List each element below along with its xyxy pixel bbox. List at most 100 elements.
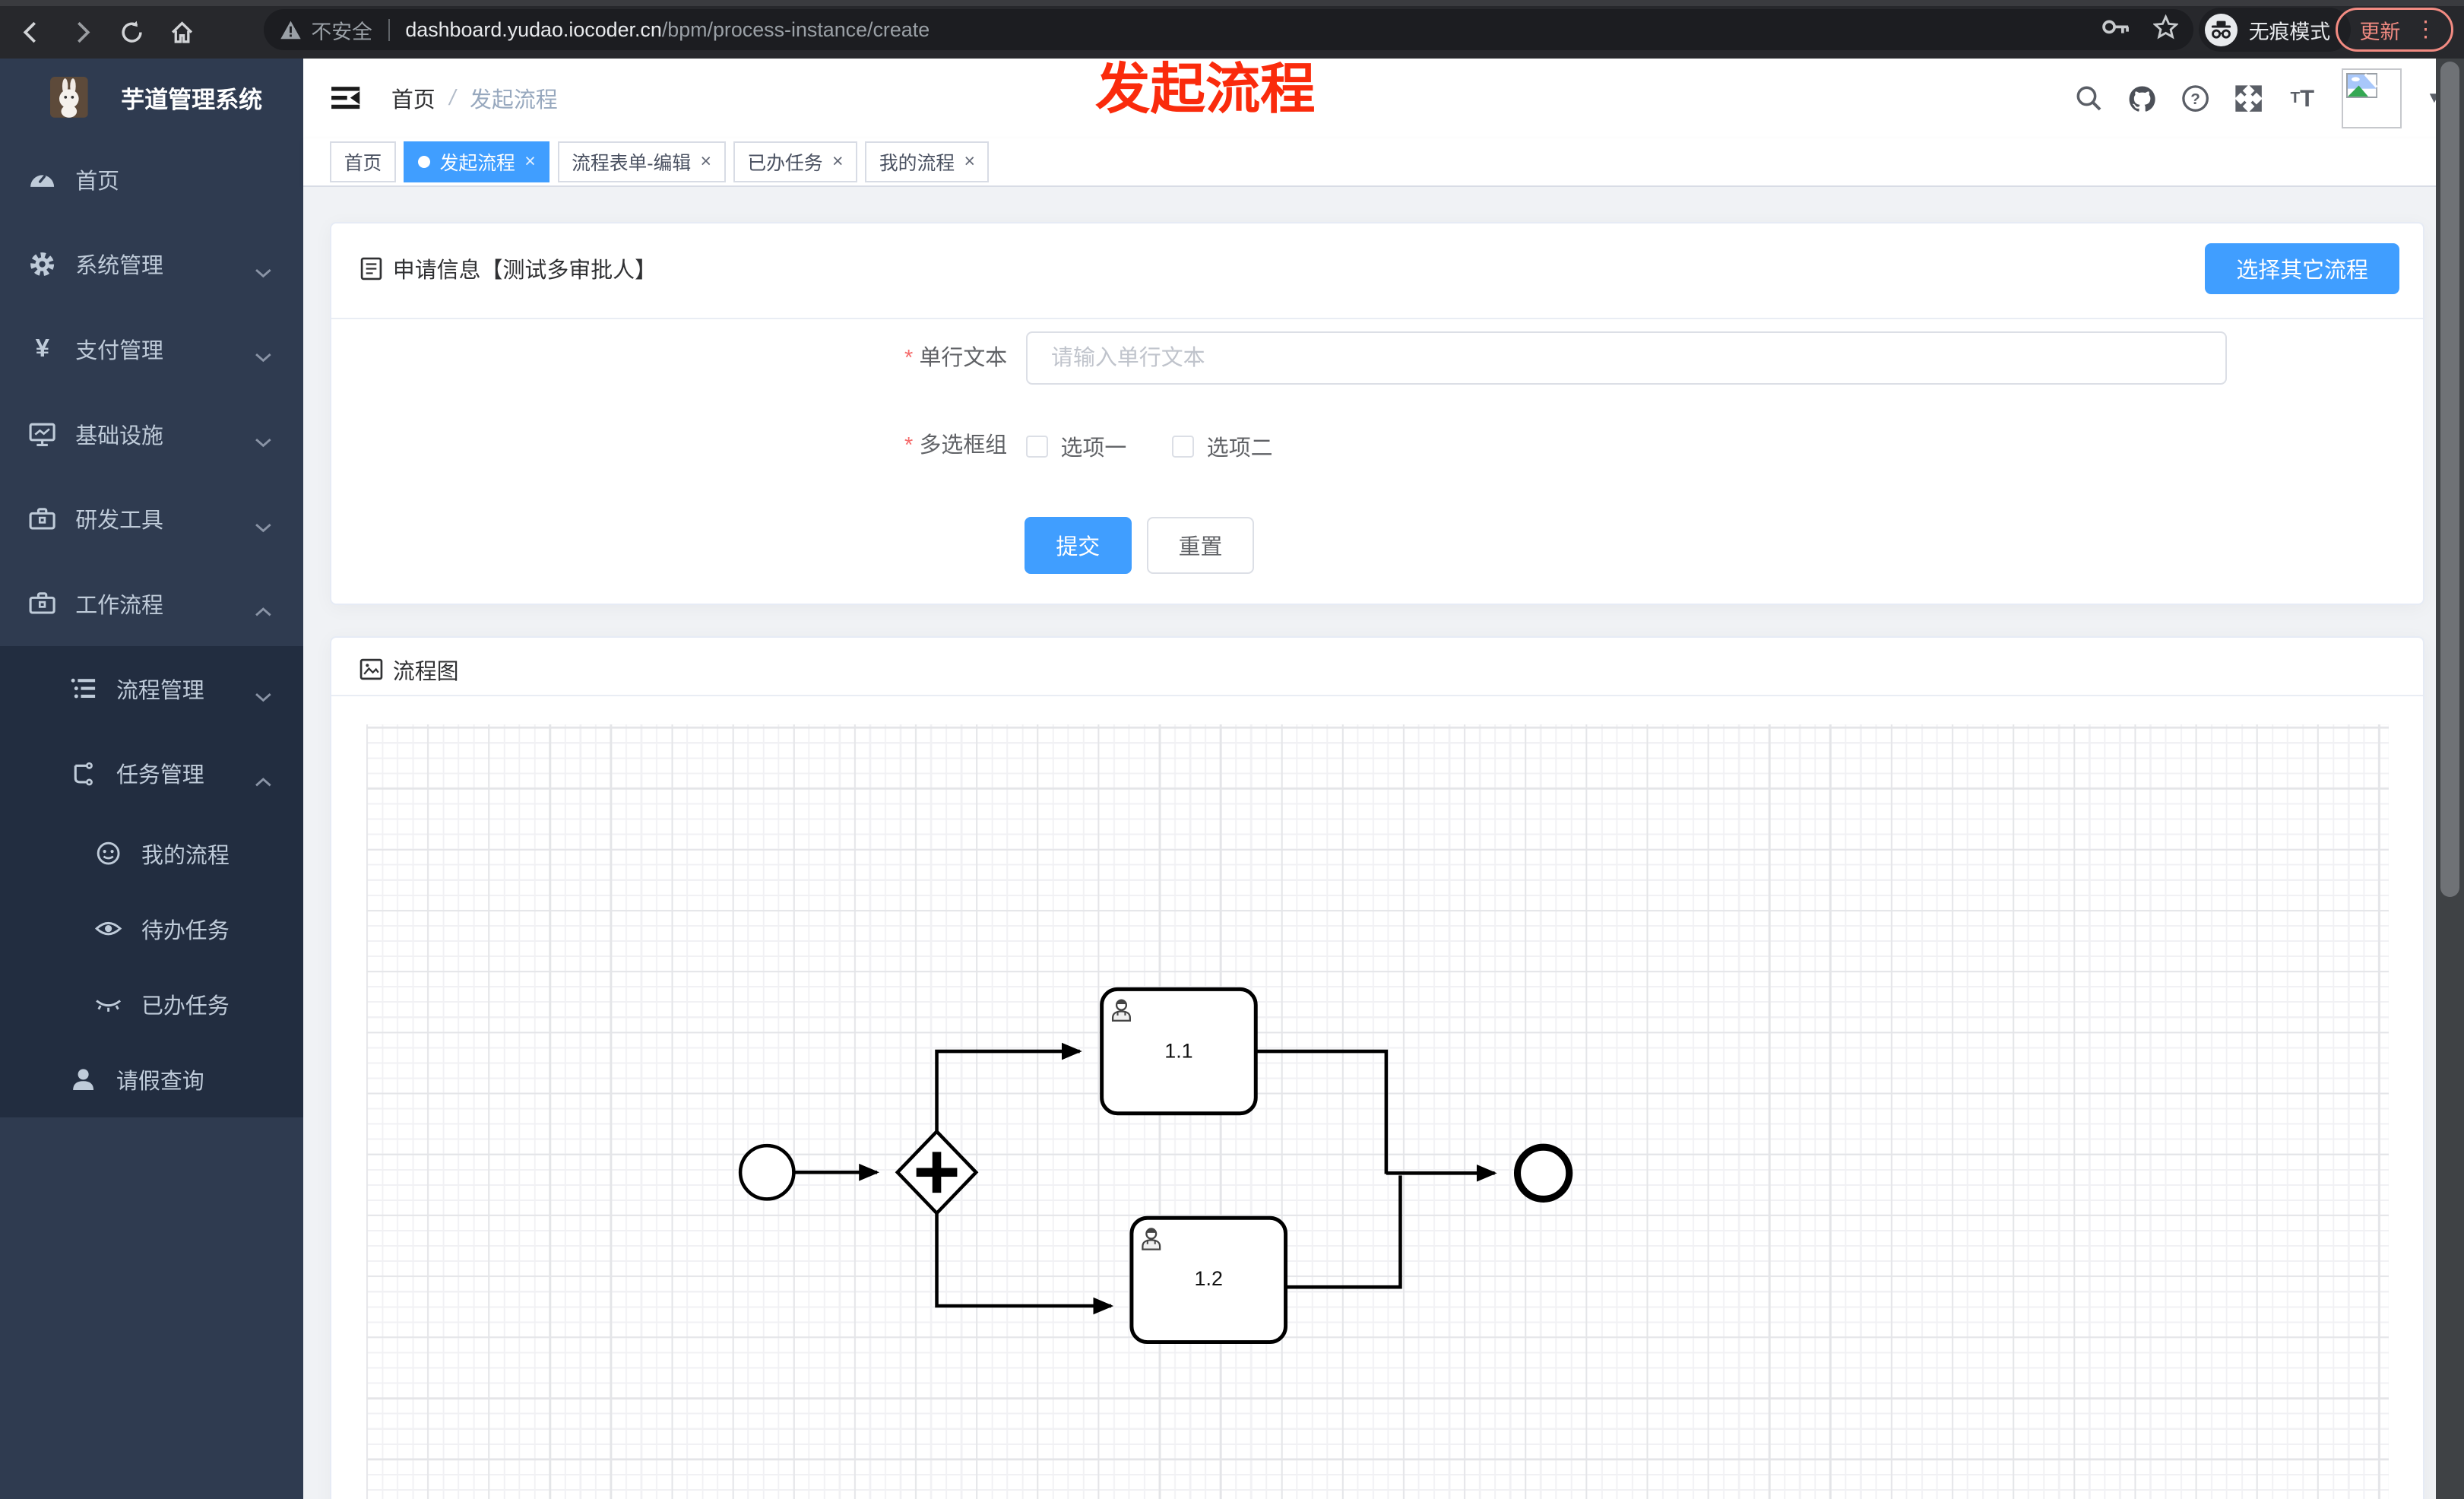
- app-title: 芋道管理系统: [121, 86, 263, 113]
- sidebar-collapse-button[interactable]: [330, 82, 361, 113]
- warning-icon: [280, 21, 301, 40]
- chevron-down-icon: [255, 429, 272, 454]
- sidebar-item-label: 已办任务: [141, 994, 230, 1019]
- sidebar-item-task-mgmt[interactable]: 任务管理: [0, 730, 303, 816]
- font-size-icon[interactable]: TT: [2288, 84, 2317, 113]
- flow-gateway-to-task2[interactable]: [934, 1213, 1113, 1315]
- tab-label: 已办任务: [747, 153, 823, 174]
- tab-done-tasks[interactable]: 已办任务 ×: [733, 141, 858, 182]
- flow-task2-out[interactable]: [1285, 1175, 1402, 1289]
- required-mark: *: [904, 346, 914, 371]
- tab-label: 发起流程: [439, 153, 515, 174]
- sidebar-item-label: 基础设施: [75, 423, 163, 448]
- checkbox-option-1[interactable]: 选项一: [1026, 430, 1126, 462]
- bpmn-canvas[interactable]: 1.1 1.2: [366, 724, 2389, 1499]
- sidebar-item-leave-query[interactable]: 请假查询: [0, 1042, 303, 1117]
- sidebar-item-label: 流程管理: [116, 678, 204, 703]
- bpmn-task-label: 1.2: [1194, 1267, 1222, 1290]
- dashboard-icon: [28, 165, 56, 193]
- browser-home-button[interactable]: [163, 14, 201, 52]
- incognito-label: 无痕模式: [2248, 20, 2331, 43]
- fullscreen-icon[interactable]: [2234, 84, 2263, 113]
- sidebar-item-system[interactable]: 系统管理: [0, 222, 303, 307]
- checkbox-input[interactable]: [1172, 435, 1195, 458]
- incognito-icon: [2204, 13, 2238, 46]
- url-path: /bpm/process-instance/create: [661, 17, 930, 41]
- update-label: 更新: [2359, 20, 2401, 43]
- sidebar-item-label: 系统管理: [75, 254, 163, 279]
- browser-back-button[interactable]: [13, 14, 51, 52]
- tab-create-process[interactable]: 发起流程 ×: [404, 141, 550, 182]
- sidebar-item-done-tasks[interactable]: 已办任务: [0, 966, 303, 1041]
- sidebar-item-home[interactable]: 首页: [0, 137, 303, 222]
- kebab-menu-icon: ⋮: [2414, 17, 2437, 42]
- checkbox-label: 选项一: [1060, 436, 1127, 461]
- bpmn-end-event[interactable]: [1513, 1143, 1572, 1203]
- close-icon[interactable]: ×: [832, 152, 843, 172]
- browser-reload-button[interactable]: [113, 14, 151, 52]
- route-branch-icon: [69, 759, 97, 788]
- single-line-text-input[interactable]: [1026, 331, 2227, 385]
- close-icon[interactable]: ×: [964, 152, 974, 172]
- sidebar-item-process-mgmt[interactable]: 流程管理: [0, 646, 303, 731]
- submit-button[interactable]: 提交: [1024, 517, 1132, 574]
- chevron-down-icon: [255, 259, 272, 284]
- workflow-submenu: 流程管理 任务管理 我的流程 待办任务 已办任务 请假查询: [0, 645, 304, 1117]
- briefcase-icon: [28, 589, 56, 617]
- sidebar-item-payment[interactable]: ¥ 支付管理: [0, 306, 303, 391]
- eye-icon: [94, 914, 122, 943]
- reset-button[interactable]: 重置: [1147, 517, 1254, 574]
- active-dot-icon: [417, 155, 431, 169]
- document-icon: [361, 257, 382, 280]
- sidebar-item-label: 任务管理: [116, 763, 204, 788]
- gear-icon: [28, 250, 56, 278]
- broken-image-icon: [2346, 73, 2378, 99]
- flow-gateway-to-task1[interactable]: [934, 1042, 1082, 1132]
- choose-other-process-button[interactable]: 选择其它流程: [2205, 243, 2400, 294]
- annotation-overlay: 发起流程: [1095, 58, 1316, 120]
- bpmn-parallel-gateway[interactable]: [895, 1129, 979, 1216]
- key-icon[interactable]: [2102, 17, 2130, 42]
- browser-forward-button[interactable]: [63, 14, 101, 52]
- avatar[interactable]: [2341, 68, 2402, 128]
- tab-form-edit[interactable]: 流程表单-编辑 ×: [557, 141, 726, 182]
- sidebar-item-label: 研发工具: [75, 509, 163, 534]
- sidebar-item-label: 待办任务: [141, 918, 230, 943]
- url-host: dashboard.yudao.iocoder.cn: [405, 17, 662, 41]
- help-icon[interactable]: ?: [2181, 84, 2209, 113]
- diagram-card-header: 流程图: [359, 645, 459, 695]
- chevron-up-icon: [255, 599, 272, 624]
- tab-my-process[interactable]: 我的流程 ×: [865, 141, 990, 182]
- close-icon[interactable]: ×: [524, 152, 535, 172]
- close-icon[interactable]: ×: [701, 152, 711, 172]
- chevron-up-icon: [255, 769, 272, 794]
- bookmark-star-icon[interactable]: [2152, 14, 2179, 45]
- breadcrumb-home-link[interactable]: 首页: [391, 82, 435, 114]
- sidebar-item-infra[interactable]: 基础设施: [0, 391, 303, 477]
- chevron-down-icon: [255, 344, 272, 369]
- page-scrollbar[interactable]: [2435, 58, 2464, 1499]
- sidebar-item-todo-tasks[interactable]: 待办任务: [0, 891, 303, 966]
- flow-task1-out[interactable]: [1255, 1049, 1388, 1174]
- sidebar-item-devtools[interactable]: 研发工具: [0, 476, 303, 561]
- tab-home[interactable]: 首页: [330, 141, 396, 182]
- search-icon[interactable]: [2075, 84, 2103, 113]
- breadcrumb-separator: /: [449, 85, 456, 110]
- svg-text:?: ?: [2190, 90, 2200, 108]
- sidebar-item-my-process[interactable]: 我的流程: [0, 816, 303, 891]
- breadcrumb: 首页 / 发起流程: [391, 59, 558, 138]
- browser-update-menu-button[interactable]: 更新 ⋮: [2335, 8, 2453, 52]
- checkbox-option-2[interactable]: 选项二: [1172, 430, 1273, 462]
- app-logo[interactable]: 芋道管理系统: [0, 59, 303, 137]
- tree-list-icon: [69, 674, 97, 702]
- sidebar-item-workflow[interactable]: 工作流程: [0, 561, 303, 646]
- bpmn-start-event[interactable]: [738, 1143, 796, 1201]
- bpmn-user-task-2[interactable]: 1.2: [1129, 1215, 1287, 1345]
- checkbox-group-label: * 多选框组: [904, 433, 1008, 458]
- scrollbar-thumb[interactable]: [2440, 61, 2459, 898]
- top-navbar: 首页 / 发起流程 ? TT ▼: [303, 58, 2464, 138]
- github-icon[interactable]: [2128, 84, 2156, 113]
- bpmn-user-task-1[interactable]: 1.1: [1099, 987, 1258, 1116]
- checkbox-input[interactable]: [1026, 435, 1048, 458]
- divider: [331, 694, 2424, 696]
